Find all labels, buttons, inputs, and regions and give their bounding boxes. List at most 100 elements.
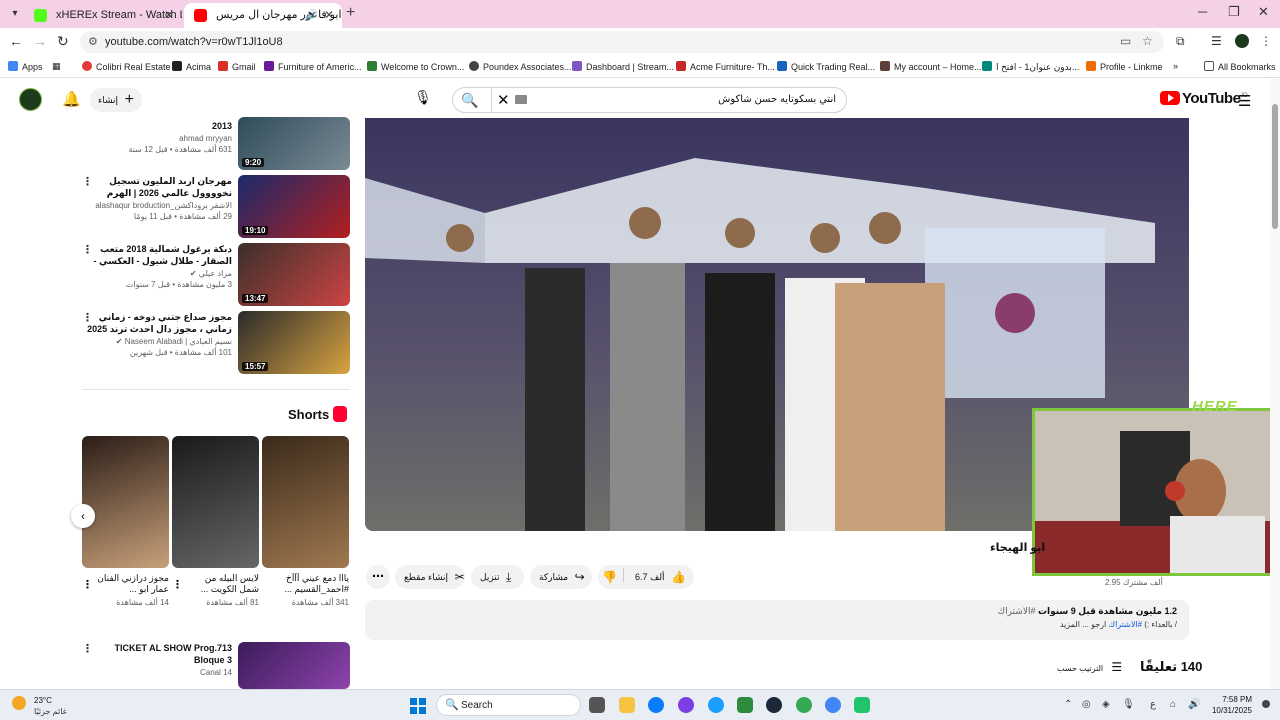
- bookmark-gmail[interactable]: Gmail: [218, 61, 256, 72]
- more-actions-icon[interactable]: ⋯: [366, 565, 390, 589]
- app-icon[interactable]: [737, 697, 753, 713]
- reading-list-icon[interactable]: ☰: [1211, 34, 1222, 48]
- search-icon[interactable]: 🔍: [461, 92, 478, 109]
- keyboard-icon[interactable]: [515, 95, 527, 104]
- bookmark-acima[interactable]: Acima: [172, 61, 211, 72]
- share-button[interactable]: مشاركة ↪: [530, 565, 592, 589]
- bookmark-apps[interactable]: Apps: [8, 61, 43, 72]
- network-icon[interactable]: ⌂: [1170, 699, 1176, 710]
- channel-name[interactable]: Canal 14: [82, 668, 232, 677]
- bookmark-grid-icon[interactable]: ▦: [52, 61, 61, 72]
- close-tab-icon[interactable]: ✕: [324, 3, 334, 28]
- video-title[interactable]: مهرجان اربد المليون تسجيل نخوووول عالمي …: [82, 175, 232, 199]
- page-scrollbar[interactable]: [1270, 79, 1280, 689]
- related-video[interactable]: 15:57 ⋮ مجوز صداع جتني دوخه - زماني زمان…: [82, 311, 350, 375]
- video-thumbnail[interactable]: [238, 642, 350, 689]
- minimize-icon[interactable]: ─: [1198, 4, 1207, 19]
- bookmark-star-icon[interactable]: ☆: [1142, 34, 1153, 48]
- channel-name[interactable]: ahmad mryyan: [82, 134, 232, 143]
- url-text[interactable]: youtube.com/watch?v=r0wT1Jl1oU8: [105, 36, 283, 48]
- tab-xherex-stream[interactable]: xHEREx Stream - Watch Live on ✕: [24, 3, 182, 28]
- related-video[interactable]: 13:47 ⋮ دبكة يرغول شمالية 2018 متعب الصق…: [82, 243, 350, 307]
- bookmark-dashboard[interactable]: Dashboard | Stream...: [572, 61, 674, 72]
- video-thumbnail[interactable]: 19:10: [238, 175, 350, 238]
- short-title[interactable]: لايس البيله من شمل الكويت ...: [172, 573, 259, 595]
- channel-name[interactable]: نسيم العبادي | Naseem Alabadi ✔: [82, 337, 232, 346]
- more-options-icon[interactable]: ⋮: [82, 578, 93, 591]
- extensions-icon[interactable]: ⧉: [1176, 34, 1185, 49]
- bookmark-colibri[interactable]: Colibri Real Estate: [82, 61, 171, 72]
- short-card[interactable]: لايس البيله من شمل الكويت ... 81 ألف مشا…: [172, 436, 259, 607]
- tray-app-icon[interactable]: ◎: [1082, 699, 1091, 710]
- taskbar-search[interactable]: 🔍 Search: [436, 694, 581, 716]
- restore-icon[interactable]: ❐: [1228, 4, 1240, 20]
- bookmark-untitled[interactable]: بدون عنوان1 - افتح ا...: [982, 61, 1079, 73]
- file-explorer-icon[interactable]: [619, 697, 635, 713]
- sort-comments-button[interactable]: الترتيب حسب ☰: [1057, 660, 1122, 674]
- site-info-icon[interactable]: ⚙: [88, 35, 98, 48]
- video-title[interactable]: 2013: [82, 120, 232, 132]
- notifications-icon[interactable]: [1262, 700, 1270, 708]
- show-hidden-icons-chevron-icon[interactable]: ⌃: [1064, 699, 1072, 710]
- windows-start-icon[interactable]: [410, 698, 426, 714]
- voice-search-mic-icon[interactable]: 🎙: [412, 89, 434, 111]
- short-thumbnail[interactable]: [172, 436, 259, 568]
- bookmark-furniture-of-america[interactable]: Furniture of Americ...: [264, 61, 362, 72]
- video-title[interactable]: TICKET AL SHOW Prog.713 Bloque 3: [82, 642, 232, 666]
- video-thumbnail[interactable]: 9:20: [238, 117, 350, 170]
- short-title[interactable]: يااا دمع عيني آآآخ #احمد_القسيم ...: [262, 573, 349, 595]
- system-clock[interactable]: 7:58 PM 10/31/2025: [1210, 694, 1252, 716]
- close-tab-icon[interactable]: ✕: [164, 3, 174, 28]
- short-card[interactable]: مجوز درازني الفنان عمار ابو ... 14 ألف م…: [82, 436, 169, 607]
- all-bookmarks[interactable]: All Bookmarks: [1204, 61, 1276, 72]
- input-language[interactable]: ع: [1150, 699, 1156, 710]
- volume-icon[interactable]: 🔊: [1188, 699, 1200, 710]
- telegram-icon[interactable]: [708, 697, 724, 713]
- related-video[interactable]: 9:20 2013 ahmad mryyan 631 ألف مشاهدة • …: [82, 106, 350, 170]
- video-title[interactable]: دبكة يرغول شمالية 2018 متعب الصقار - طلا…: [82, 243, 232, 267]
- chrome-menu-icon[interactable]: ⋮: [1260, 34, 1272, 48]
- bookmark-crown[interactable]: Welcome to Crown...: [367, 61, 464, 72]
- guide-menu-icon[interactable]: ☰: [1238, 92, 1251, 110]
- related-video[interactable]: 19:10 ⋮ مهرجان اربد المليون تسجيل نخوووو…: [82, 175, 350, 239]
- more-bookmarks-icon[interactable]: »: [1173, 61, 1178, 71]
- like-icon[interactable]: 👍: [671, 570, 686, 584]
- profile-avatar[interactable]: [1235, 34, 1249, 48]
- microphone-icon[interactable]: 🎙: [1122, 699, 1135, 710]
- search-box[interactable]: 🔍 ✕ انتي بسكوتايه حسن شاكوش: [452, 87, 847, 113]
- clip-button[interactable]: إنشاء مقطع ✂: [395, 565, 465, 589]
- omnibox[interactable]: ⚙ youtube.com/watch?v=r0wT1Jl1oU8 ▭ ☆: [80, 31, 1164, 53]
- channel-name[interactable]: الاشقر بروداكشن_alashaqur broduction: [82, 201, 232, 210]
- video-thumbnail[interactable]: 15:57: [238, 311, 350, 374]
- chrome-icon[interactable]: [796, 697, 812, 713]
- bookmark-acme[interactable]: Acme Furniture- Th...: [676, 61, 775, 72]
- short-thumbnail[interactable]: [82, 436, 169, 568]
- bookmark-quick-trading[interactable]: Quick Trading Real...: [777, 61, 875, 72]
- audio-playing-icon[interactable]: 🔊: [306, 3, 318, 28]
- short-title[interactable]: مجوز درازني الفنان عمار ابو ...: [82, 573, 169, 595]
- video-description[interactable]: 1.2 مليون مشاهدة قبل 9 سنوات #الاشتراك /…: [365, 600, 1189, 640]
- clear-search-icon[interactable]: ✕: [497, 91, 510, 109]
- cast-icon[interactable]: ▭: [1120, 34, 1131, 48]
- chrome-active-icon[interactable]: [825, 697, 841, 713]
- notifications-bell-icon[interactable]: 🔔: [62, 90, 81, 108]
- like-count[interactable]: 6.7 ألف: [635, 572, 665, 582]
- bookmark-linkme[interactable]: Profile - Linkme: [1086, 61, 1163, 72]
- tray-app-icon[interactable]: ◈: [1102, 699, 1110, 710]
- shorts-previous-chevron-icon[interactable]: ‹: [71, 504, 95, 528]
- tab-search-icon[interactable]: ▾: [6, 5, 24, 23]
- tab-youtube-video[interactable]: ابو فاعور مهرجان ال مريس 🔊 ✕: [184, 3, 342, 28]
- back-icon[interactable]: ←: [9, 33, 23, 49]
- dislike-icon[interactable]: 👎: [602, 570, 617, 584]
- bookmark-my-account[interactable]: My account – Home...: [880, 61, 982, 72]
- video-thumbnail[interactable]: 13:47: [238, 243, 350, 306]
- youtube-logo[interactable]: YouTubeJO: [1160, 90, 1248, 108]
- more-options-icon[interactable]: ⋮: [172, 578, 183, 591]
- kick-app-icon[interactable]: [854, 697, 870, 713]
- reload-icon[interactable]: ↻: [57, 33, 69, 50]
- bookmark-poundex[interactable]: Poundex Associates...: [469, 61, 572, 72]
- scrollbar-thumb[interactable]: [1272, 104, 1278, 229]
- short-thumbnail[interactable]: [262, 436, 349, 568]
- download-button[interactable]: تنزيل ⤓: [471, 565, 524, 589]
- search-input[interactable]: انتي بسكوتايه حسن شاكوش: [718, 94, 836, 105]
